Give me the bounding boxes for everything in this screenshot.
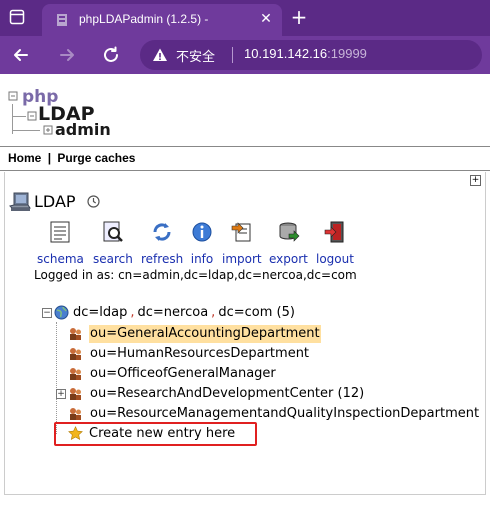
info-label: info <box>190 252 214 266</box>
server-name: LDAP <box>34 192 76 211</box>
info-icon <box>192 222 212 242</box>
tab-close-icon[interactable]: ✕ <box>258 11 274 27</box>
tree-item-count: (12) <box>337 386 365 401</box>
browser-tab-bar: phpLDAPadmin (1.2.5) - ✕ + <box>0 0 490 36</box>
root-dn-part-2: dc=nercoa <box>137 305 209 320</box>
root-dn-comma-2: , <box>211 305 216 320</box>
root-dn-comma-1: , <box>130 305 135 320</box>
tree-item-label: ou=ResearchAndDevelopmentCenter <box>90 386 334 401</box>
expand-node-icon[interactable]: + <box>56 389 66 399</box>
reload-icon[interactable] <box>100 44 122 66</box>
panel-bottom-border <box>4 494 484 495</box>
menu-divider-top <box>0 146 490 147</box>
tree-root-label[interactable]: dc=ldap, dc=nercoa, dc=com (5) <box>73 304 295 322</box>
security-label[interactable]: 不安全 <box>176 46 215 65</box>
menu-separator: | <box>47 151 52 165</box>
url-text[interactable]: 10.191.142.16:19999 <box>244 46 367 61</box>
svg-text:admin: admin <box>55 120 111 138</box>
export-action[interactable]: export <box>269 220 308 266</box>
url-port: :19999 <box>327 46 367 61</box>
globe-icon <box>54 305 69 320</box>
new-tab-icon[interactable]: + <box>289 7 309 28</box>
browser-tab[interactable]: phpLDAPadmin (1.2.5) - ✕ <box>42 4 282 36</box>
organizational-unit-icon <box>70 348 81 360</box>
address-bar[interactable]: 不安全 10.191.142.16:19999 <box>140 40 482 70</box>
logged-in-as: Logged in as: cn=admin,dc=ldap,dc=nercoa… <box>34 268 357 282</box>
organizational-unit-icon <box>70 328 81 340</box>
schema-icon <box>50 221 70 243</box>
tree-item-label-group[interactable]: ou=ResearchAndDevelopmentCenter (12) <box>90 385 364 403</box>
schema-label: schema <box>37 252 84 266</box>
root-dn-part-1: dc=ldap <box>73 305 128 320</box>
expand-panel-icon[interactable]: + <box>470 175 481 186</box>
refresh-label: refresh <box>141 252 184 266</box>
address-separator <box>232 47 233 63</box>
window-menu-icon[interactable] <box>9 9 25 25</box>
tree-connector-line <box>56 322 57 434</box>
server-icon <box>9 192 31 211</box>
tree-item-label[interactable]: ou=ResourceManagementandQualityInspectio… <box>90 405 479 423</box>
top-menu: Home | Purge caches <box>8 151 135 165</box>
import-action[interactable]: import <box>222 220 262 266</box>
phpldapadmin-favicon-icon <box>57 14 67 26</box>
import-label: import <box>222 252 262 266</box>
search-label: search <box>93 252 133 266</box>
url-host: 10.191.142.16 <box>244 46 328 61</box>
logout-action[interactable]: logout <box>316 220 354 266</box>
tab-title: phpLDAPadmin (1.2.5) - <box>79 12 209 26</box>
root-dn-part-3: dc=com <box>218 305 273 320</box>
tree-item-label[interactable]: ou=HumanResourcesDepartment <box>90 345 309 363</box>
tree-item-label[interactable]: ou=OfficeofGeneralManager <box>90 365 276 383</box>
warning-icon[interactable] <box>152 47 168 63</box>
import-icon <box>231 222 251 242</box>
logout-label: logout <box>316 252 354 266</box>
tree-item-label[interactable]: ou=GeneralAccountingDepartment <box>89 325 321 343</box>
home-link[interactable]: Home <box>8 151 41 165</box>
root-child-count: (5) <box>276 305 295 320</box>
purge-caches-link[interactable]: Purge caches <box>57 151 135 165</box>
highlight-box <box>54 422 257 446</box>
export-icon <box>279 222 300 242</box>
collapse-root-icon[interactable]: − <box>42 308 52 318</box>
clock-icon[interactable] <box>87 195 100 208</box>
logout-icon <box>324 221 344 243</box>
search-icon <box>103 221 123 242</box>
export-label: export <box>269 252 308 266</box>
phpldapadmin-logo[interactable]: php LDAP admin <box>8 86 118 138</box>
organizational-unit-icon <box>70 408 81 420</box>
browser-toolbar: 不安全 10.191.142.16:19999 <box>0 36 490 74</box>
search-action[interactable]: search <box>93 220 133 266</box>
schema-action[interactable]: schema <box>37 220 84 266</box>
back-icon[interactable] <box>10 44 32 66</box>
organizational-unit-icon <box>70 368 81 380</box>
menu-divider-bottom <box>0 170 490 171</box>
forward-icon[interactable] <box>56 44 78 66</box>
refresh-icon <box>153 223 171 241</box>
refresh-action[interactable]: refresh <box>141 220 183 266</box>
info-action[interactable]: info <box>190 220 214 266</box>
organizational-unit-icon <box>70 388 81 400</box>
